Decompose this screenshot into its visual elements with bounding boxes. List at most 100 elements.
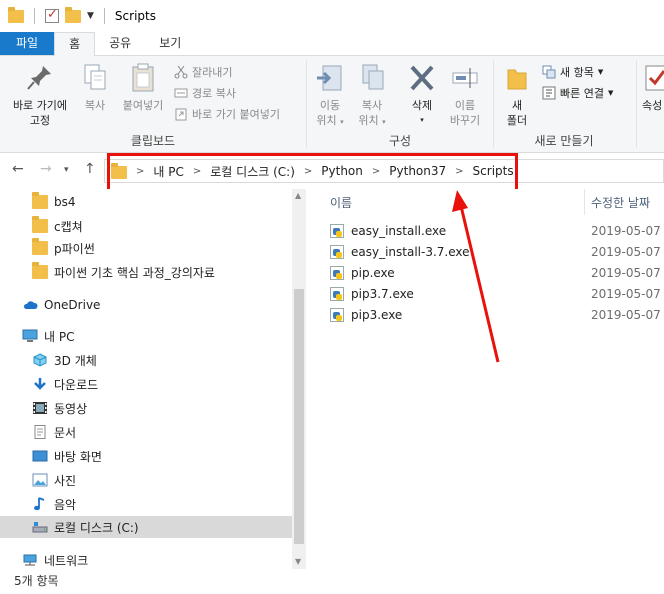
nav-item-python-folder[interactable]: p파이썬 — [0, 237, 292, 259]
scroll-down-icon[interactable]: ▼ — [295, 557, 301, 566]
tab-view[interactable]: 보기 — [145, 32, 195, 55]
nav-item-pictures[interactable]: 사진 — [0, 469, 292, 491]
copy-path-button[interactable]: 경로 복사 — [174, 85, 236, 101]
pin-quick-access-button[interactable]: 바로 가기에 고정 — [4, 62, 76, 128]
network-icon — [22, 553, 38, 567]
file-row[interactable]: easy_install-3.7.exe 2019-05-07 오 — [330, 241, 664, 262]
quick-access-toolbar: ▼ — [8, 6, 109, 24]
tab-share[interactable]: 공유 — [95, 32, 145, 55]
nav-item-downloads[interactable]: 다운로드 — [0, 373, 292, 395]
folder-icon[interactable] — [8, 6, 24, 23]
paste-shortcut-button[interactable]: 바로 가기 붙여넣기 — [174, 106, 280, 122]
new-group: 새 폴더 새 항목 ▼ 빠른 연결 ▼ 새로 만들기 — [494, 56, 634, 153]
file-row[interactable]: pip3.7.exe 2019-05-07 오 — [330, 283, 664, 304]
drive-icon — [32, 520, 48, 534]
nav-item-videos[interactable]: 동영상 — [0, 397, 292, 419]
new-folder-icon — [502, 62, 532, 94]
column-header-date-modified[interactable]: 수정한 날짜 — [591, 194, 650, 211]
title-bar: ▼ Scripts — [0, 0, 664, 32]
download-arrow-icon — [32, 377, 48, 391]
chevron-down-icon[interactable]: ▼ — [87, 11, 94, 21]
nav-item-onedrive[interactable]: OneDrive — [0, 294, 292, 316]
group-divider — [636, 60, 637, 148]
folder-icon — [32, 238, 48, 255]
chevron-down-icon: ▾ — [340, 118, 344, 126]
chevron-down-icon: ▾ — [382, 118, 386, 126]
nav-item-3d-objects[interactable]: 3D 개체 — [0, 349, 292, 371]
nav-item-documents[interactable]: 문서 — [0, 421, 292, 443]
exe-file-icon — [330, 244, 344, 259]
chevron-down-icon: ▼ — [597, 68, 604, 76]
scroll-up-icon[interactable]: ▲ — [295, 191, 301, 200]
nav-item-bs4[interactable]: bs4 — [0, 191, 292, 213]
nav-item-capture[interactable]: c캡쳐 — [0, 215, 292, 237]
new-group-label: 새로 만들기 — [534, 134, 594, 148]
item-count: 5개 항목 — [14, 574, 59, 588]
file-row[interactable]: pip3.exe 2019-05-07 오 — [330, 304, 664, 325]
nav-item-local-disk[interactable]: 로컬 디스크 (C:) — [0, 516, 292, 538]
file-list-pane: 이름 수정한 날짜 easy_install.exe 2019-05-07 오 … — [306, 189, 664, 569]
exe-file-icon — [330, 265, 344, 280]
properties-button[interactable]: 속성 — [642, 62, 664, 113]
folder-icon — [32, 216, 48, 233]
picture-icon — [32, 473, 48, 487]
nav-item-desktop[interactable]: 바탕 화면 — [0, 445, 292, 467]
address-highlight-annotation — [107, 153, 518, 193]
paste-button[interactable]: 붙여넣기 — [116, 62, 170, 113]
back-arrow-icon[interactable]: ← — [12, 161, 24, 177]
easy-access-button[interactable]: 빠른 연결 ▼ — [542, 85, 613, 101]
window-title: Scripts — [114, 9, 156, 23]
paste-shortcut-icon — [174, 107, 188, 121]
status-bar: 5개 항목 — [0, 569, 664, 594]
chevron-down-icon: ▾ — [420, 116, 424, 124]
nav-item-course-materials[interactable]: 파이썬 기초 핵심 과정_강의자료 — [0, 261, 292, 283]
chevron-down-icon: ▼ — [607, 89, 614, 97]
exe-file-icon — [330, 223, 344, 238]
tab-home[interactable]: 홈 — [54, 32, 96, 57]
organize-group: 이동 위치 ▾ 복사 위치 ▾ 삭제 ▾ 이름 바꾸기 구성 — [307, 56, 493, 153]
nav-scrollbar[interactable]: ▲ ▼ — [292, 189, 306, 569]
file-row[interactable]: pip.exe 2019-05-07 오 — [330, 262, 664, 283]
file-row[interactable]: easy_install.exe 2019-05-07 오 — [330, 220, 664, 241]
desktop-icon — [32, 449, 48, 463]
cut-button[interactable]: 잘라내기 — [174, 64, 232, 80]
up-arrow-icon[interactable]: ↑ — [84, 161, 96, 177]
cube-3d-icon — [32, 353, 48, 367]
exe-file-icon — [330, 307, 344, 322]
exe-file-icon — [330, 286, 344, 301]
column-header-name[interactable]: 이름 — [330, 194, 352, 211]
new-item-button[interactable]: 새 항목 ▼ — [542, 64, 603, 80]
clipboard-group: 바로 가기에 고정 복사 붙여넣기 잘라내기 경로 복사 바로 가기 붙여넣기 … — [0, 56, 306, 153]
folder-icon — [32, 192, 48, 209]
scrollbar-thumb[interactable] — [294, 289, 304, 544]
new-folder-button[interactable]: 새 폴더 — [502, 62, 532, 128]
clipboard-group-label: 클립보드 — [130, 134, 176, 148]
move-to-button[interactable]: 이동 위치 ▾ — [313, 62, 347, 130]
new-item-icon — [542, 65, 556, 79]
nav-item-music[interactable]: 음악 — [0, 493, 292, 515]
scissors-icon — [174, 65, 188, 79]
rename-button[interactable]: 이름 바꾸기 — [445, 62, 485, 128]
copy-button[interactable]: 복사 — [78, 62, 112, 113]
new-folder-icon[interactable] — [65, 6, 81, 23]
forward-arrow-icon[interactable]: → — [40, 161, 52, 177]
column-divider[interactable] — [584, 189, 585, 215]
delete-button[interactable]: 삭제 ▾ — [403, 62, 441, 128]
properties-check-icon[interactable] — [45, 7, 59, 23]
nav-item-this-pc[interactable]: 내 PC — [0, 325, 292, 347]
nav-item-network[interactable]: 네트워크 — [0, 549, 292, 571]
copy-icon — [80, 62, 110, 94]
copy-to-button[interactable]: 복사 위치 ▾ — [353, 62, 391, 130]
ribbon: 바로 가기에 고정 복사 붙여넣기 잘라내기 경로 복사 바로 가기 붙여넣기 … — [0, 56, 664, 153]
copy-to-icon — [357, 62, 387, 94]
organize-group-label: 구성 — [388, 134, 412, 148]
film-icon — [32, 401, 48, 415]
music-note-icon — [32, 497, 48, 511]
copy-path-icon — [174, 86, 188, 100]
recent-locations-chevron-icon[interactable]: ▾ — [64, 165, 69, 175]
computer-icon — [22, 329, 38, 343]
tab-file[interactable]: 파일 — [0, 32, 55, 55]
divider — [34, 8, 35, 24]
document-icon — [32, 425, 48, 439]
properties-check-icon — [644, 62, 664, 94]
